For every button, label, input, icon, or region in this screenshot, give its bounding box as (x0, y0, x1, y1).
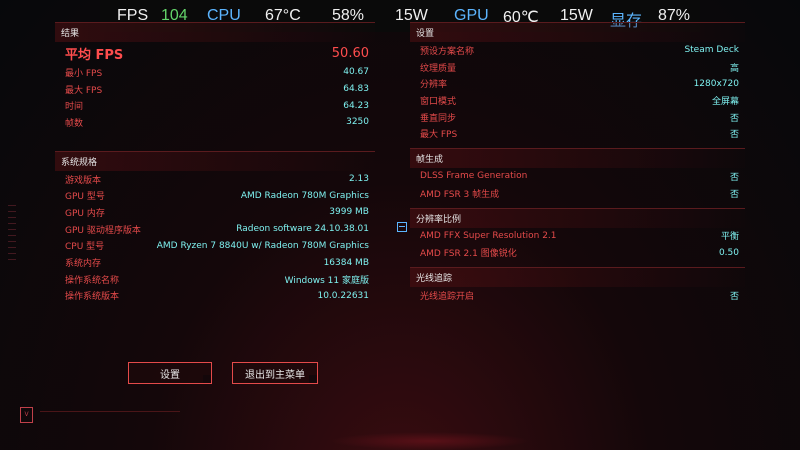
result-row: 时间 64.23 (55, 97, 375, 114)
row-label: 光线追踪开启 (420, 291, 475, 302)
setting-row: AMD FSR 3 帧生成 否 (410, 185, 745, 202)
row-value: Radeon software 24.10.38.01 (236, 224, 369, 235)
setting-row: AMD FFX Super Resolution 2.1 平衡 (410, 228, 745, 245)
row-label: AMD FSR 2.1 图像锐化 (420, 249, 517, 260)
row-value: 否 (729, 172, 739, 183)
avg-fps-row: 平均 FPS 50.60 (55, 42, 375, 64)
ray-tracing-title: 光线追踪 (410, 266, 745, 287)
result-row: 最大 FPS 64.83 (55, 81, 375, 98)
row-value: AMD Ryzen 7 8840U w/ Radeon 780M Graphic… (156, 240, 369, 251)
row-label: 操作系统版本 (65, 292, 120, 303)
row-value: Windows 11 家庭版 (284, 275, 369, 286)
setting-row: AMD FSR 2.1 图像锐化 0.50 (410, 244, 745, 261)
row-value: 高 (729, 63, 739, 74)
bottom-glow (330, 432, 530, 450)
row-label: 窗口模式 (420, 96, 457, 107)
setting-row: 垂直同步 否 (410, 109, 745, 126)
row-value: 64.83 (343, 84, 369, 95)
row-value: 否 (729, 189, 739, 200)
avg-fps-value: 50.60 (331, 45, 369, 61)
row-value: 1280x720 (693, 78, 739, 89)
row-value: 2.13 (348, 174, 369, 185)
row-value: 3999 MB (329, 207, 369, 218)
row-label: 分辨率 (420, 80, 448, 91)
row-label: 最大 FPS (65, 85, 103, 96)
row-label: 时间 (65, 102, 84, 113)
row-value: 否 (729, 130, 739, 141)
spec-row: GPU 内存 3999 MB (55, 204, 375, 221)
row-value: 0.50 (718, 247, 739, 258)
avg-fps-label: 平均 FPS (65, 47, 124, 63)
frame-gen-title: 帧生成 (410, 148, 745, 169)
row-label: AMD FSR 3 帧生成 (420, 189, 500, 200)
row-label: CPU 型号 (65, 242, 105, 253)
setting-row: 最大 FPS 否 (410, 125, 745, 142)
setting-row: 纹理质量 高 (410, 59, 745, 76)
row-label: 帧数 (65, 118, 84, 129)
row-label: 游戏版本 (65, 175, 102, 186)
row-label: 操作系统名称 (65, 275, 120, 286)
setting-row: 窗口模式 全屏幕 (410, 92, 745, 109)
row-label: GPU 型号 (65, 192, 105, 203)
exit-to-main-menu-button[interactable]: 退出到主菜单 (232, 362, 318, 384)
results-title: 结果 (55, 22, 375, 42)
row-label: 最大 FPS (420, 130, 458, 141)
row-value: 64.23 (343, 100, 369, 111)
result-row: 帧数 3250 (55, 114, 375, 131)
row-value: 40.67 (343, 67, 369, 78)
setting-row: 分辨率 1280x720 (410, 75, 745, 92)
collapse-icon[interactable] (397, 222, 407, 232)
spec-row: 操作系统名称 Windows 11 家庭版 (55, 271, 375, 288)
row-value: 3250 (346, 117, 369, 128)
row-label: 系统内存 (65, 259, 102, 270)
game-logo-icon: V (20, 407, 33, 423)
row-label: 垂直同步 (420, 113, 457, 124)
row-value: AMD Radeon 780M Graphics (240, 190, 369, 201)
specs-title: 系统规格 (55, 150, 375, 171)
spec-row: CPU 型号 AMD Ryzen 7 8840U w/ Radeon 780M G… (55, 238, 375, 255)
row-value: 否 (729, 113, 739, 124)
row-value: 16384 MB (323, 257, 369, 268)
row-value: 否 (729, 291, 739, 302)
row-label: 最小 FPS (65, 68, 103, 79)
side-decoration (8, 205, 16, 260)
result-row: 最小 FPS 40.67 (55, 64, 375, 81)
row-label: GPU 内存 (65, 208, 105, 219)
spec-row: 系统内存 16384 MB (55, 254, 375, 271)
spec-row: 操作系统版本 10.0.22631 (55, 288, 375, 305)
results-panel: 结果 平均 FPS 50.60 最小 FPS 40.67 最大 FPS 64.83 … (55, 22, 375, 304)
row-label: DLSS Frame Generation (420, 171, 528, 182)
setting-row: DLSS Frame Generation 否 (410, 168, 745, 185)
row-label: 纹理质量 (420, 63, 457, 74)
resolution-scaling-title: 分辨率比例 (410, 207, 745, 228)
row-label: AMD FFX Super Resolution 2.1 (420, 230, 557, 241)
setting-row: 光线追踪开启 否 (410, 287, 745, 304)
settings-panel: 设置 预设方案名称 Steam Deck 纹理质量 高 分辨率 1280x720 窗口… (410, 22, 745, 304)
row-label: GPU 驱动程序版本 (65, 225, 141, 236)
row-value: 平衡 (720, 232, 739, 243)
spec-row: GPU 型号 AMD Radeon 780M Graphics (55, 187, 375, 204)
setting-row: 预设方案名称 Steam Deck (410, 42, 745, 59)
row-value: Steam Deck (684, 45, 739, 56)
settings-title: 设置 (410, 22, 745, 42)
spec-row: GPU 驱动程序版本 Radeon software 24.10.38.01 (55, 221, 375, 238)
bottom-divider (40, 411, 180, 412)
settings-button[interactable]: 设置 (128, 362, 212, 384)
row-value: 全屏幕 (711, 96, 739, 107)
row-label: 预设方案名称 (420, 46, 475, 57)
row-value: 10.0.22631 (317, 290, 369, 301)
spec-row: 游戏版本 2.13 (55, 171, 375, 188)
